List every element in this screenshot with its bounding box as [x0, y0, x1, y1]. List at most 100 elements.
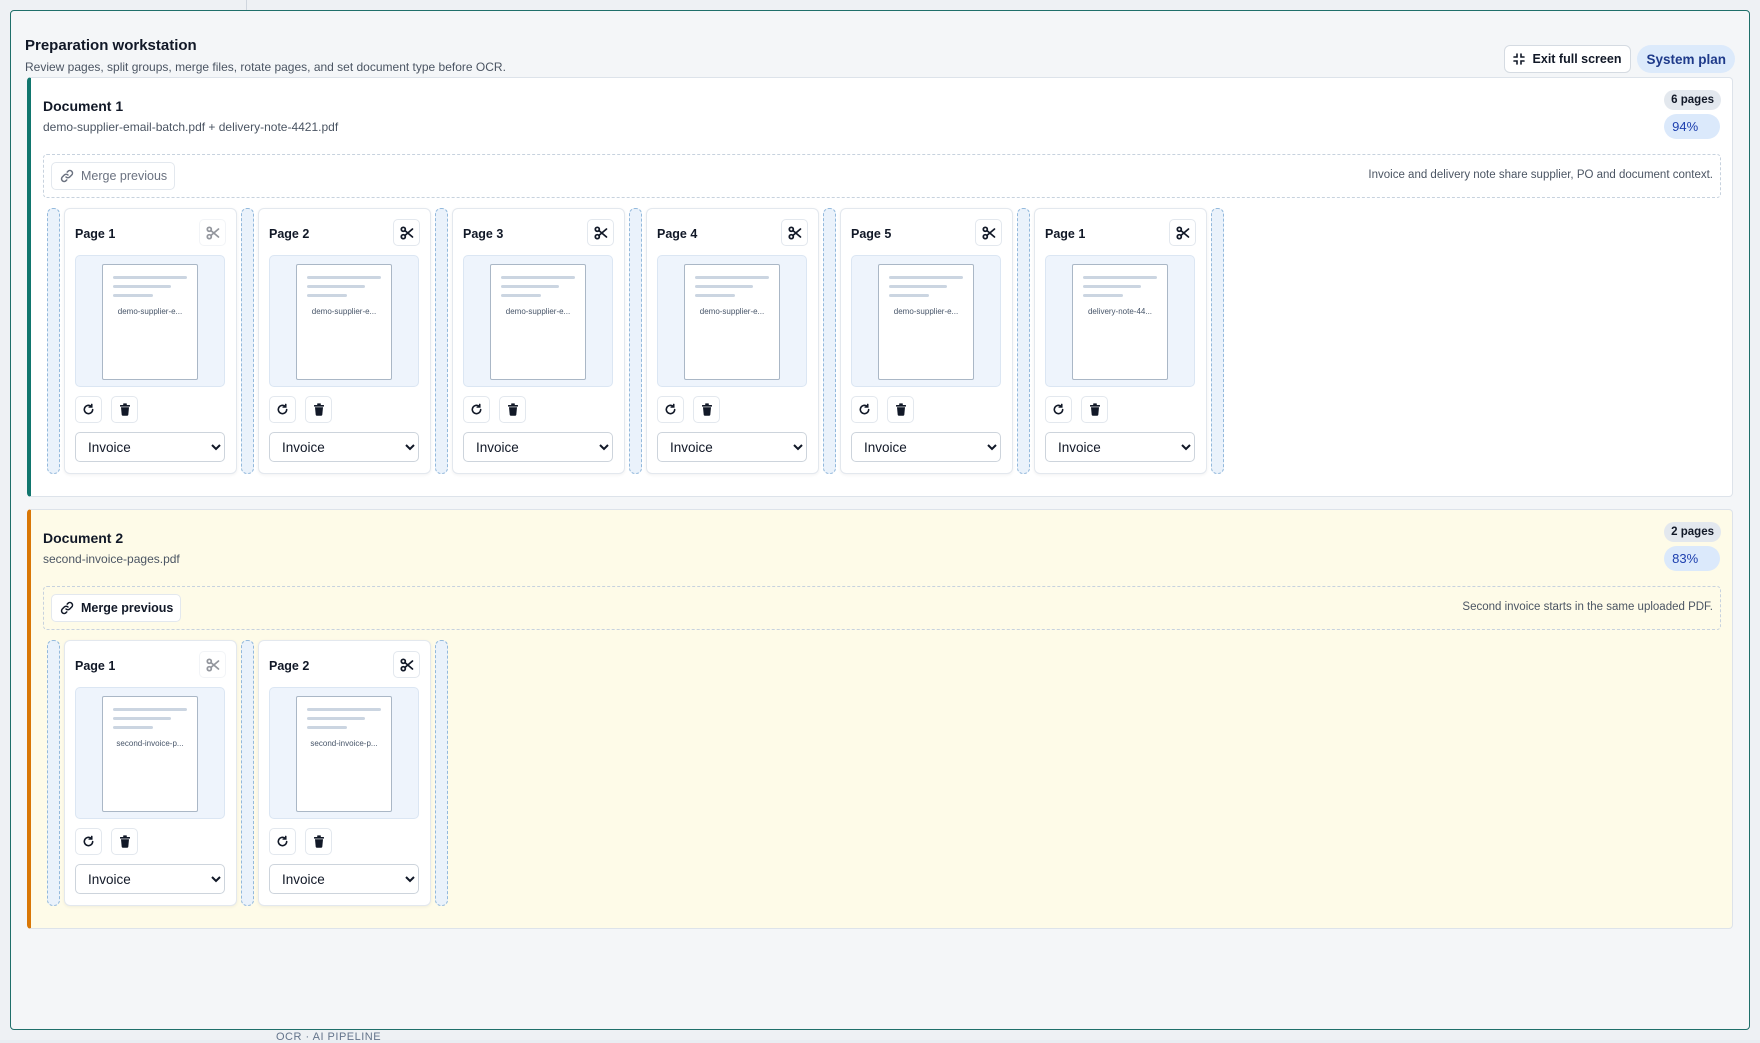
page-card[interactable]: Page 1 demo-supplier-e... Invoice	[64, 208, 237, 474]
split-here-button[interactable]	[1169, 219, 1196, 246]
delete-page-button[interactable]	[305, 828, 332, 855]
delete-page-button[interactable]	[887, 396, 914, 423]
document-type-select[interactable]: Invoice	[657, 432, 807, 462]
thumb-text-line	[307, 726, 347, 729]
rotate-page-button[interactable]	[269, 828, 296, 855]
merge-previous-button[interactable]: Merge previous	[51, 162, 176, 190]
split-here-button[interactable]	[393, 651, 420, 678]
page-thumbnail[interactable]: demo-supplier-e...	[75, 255, 225, 387]
rotate-page-button[interactable]	[851, 396, 878, 423]
thumb-text-line	[307, 285, 365, 288]
merge-bar: Merge previous Second invoice starts in …	[43, 586, 1721, 630]
thumbnail-filename: delivery-note-44...	[1087, 307, 1153, 316]
thumbnail-filename: demo-supplier-e...	[893, 307, 959, 316]
thumb-text-line	[307, 708, 381, 711]
thumbnail-filename: demo-supplier-e...	[699, 307, 765, 316]
rotate-page-button[interactable]	[75, 828, 102, 855]
scissors-icon	[981, 225, 996, 240]
split-drop-slot[interactable]	[47, 208, 60, 474]
split-drop-slot[interactable]	[241, 640, 254, 906]
rotate-page-button[interactable]	[75, 396, 102, 423]
rotate-icon	[470, 403, 483, 416]
page-thumbnail[interactable]: delivery-note-44...	[1045, 255, 1195, 387]
page-thumbnail[interactable]: second-invoice-p...	[75, 687, 225, 819]
page-thumbnail[interactable]: demo-supplier-e...	[269, 255, 419, 387]
page-card[interactable]: Page 2 second-invoice-p... Invoice	[258, 640, 431, 906]
page-card[interactable]: Page 5 demo-supplier-e... Invoice	[840, 208, 1013, 474]
split-here-button[interactable]	[587, 219, 614, 246]
delete-page-button[interactable]	[305, 396, 332, 423]
delete-page-button[interactable]	[693, 396, 720, 423]
background-divider	[246, 0, 247, 10]
split-drop-slot[interactable]	[435, 208, 448, 474]
document-type-select[interactable]: Invoice	[269, 432, 419, 462]
page-preview-paper: second-invoice-p...	[296, 696, 392, 812]
trash-icon	[313, 835, 325, 848]
rotate-page-button[interactable]	[657, 396, 684, 423]
thumb-text-line	[1083, 276, 1157, 279]
page-card[interactable]: Page 1 second-invoice-p... Invoice	[64, 640, 237, 906]
preparation-workstation-modal: Preparation workstation Review pages, sp…	[10, 10, 1750, 1030]
page-card[interactable]: Page 3 demo-supplier-e... Invoice	[452, 208, 625, 474]
document-group: Document 1 demo-supplier-email-batch.pdf…	[27, 77, 1733, 497]
split-drop-slot[interactable]	[823, 208, 836, 474]
page-card[interactable]: Page 1 delivery-note-44... Invoice	[1034, 208, 1207, 474]
split-here-button[interactable]	[199, 219, 226, 246]
document-title: Document 1	[43, 98, 124, 114]
page-thumbnail[interactable]: demo-supplier-e...	[657, 255, 807, 387]
delete-page-button[interactable]	[111, 396, 138, 423]
document-type-select[interactable]: Invoice	[851, 432, 1001, 462]
document-type-select[interactable]: Invoice	[75, 432, 225, 462]
rotate-icon	[82, 403, 95, 416]
rotate-page-button[interactable]	[269, 396, 296, 423]
merge-previous-button[interactable]: Merge previous	[51, 594, 182, 622]
delete-page-button[interactable]	[499, 396, 526, 423]
split-drop-slot[interactable]	[435, 640, 448, 906]
thumbnail-filename: second-invoice-p...	[116, 739, 184, 748]
split-drop-slot[interactable]	[47, 640, 60, 906]
system-plan-badge[interactable]: System plan	[1637, 45, 1735, 73]
trash-icon	[119, 403, 131, 416]
page-thumbnail[interactable]: demo-supplier-e...	[463, 255, 613, 387]
delete-page-button[interactable]	[1081, 396, 1108, 423]
split-drop-slot[interactable]	[1017, 208, 1030, 474]
document-type-select[interactable]: Invoice	[463, 432, 613, 462]
trash-icon	[119, 835, 131, 848]
thumb-text-line	[695, 294, 735, 297]
scissors-icon	[593, 225, 608, 240]
thumb-text-line	[113, 708, 187, 711]
split-here-button[interactable]	[975, 219, 1002, 246]
split-drop-slot[interactable]	[629, 208, 642, 474]
document-type-select[interactable]: Invoice	[75, 864, 225, 894]
scissors-icon	[205, 225, 220, 240]
page-preview-paper: demo-supplier-e...	[878, 264, 974, 380]
thumb-text-line	[501, 276, 575, 279]
split-here-button[interactable]	[781, 219, 808, 246]
thumb-text-line	[501, 294, 541, 297]
rotate-icon	[276, 835, 289, 848]
thumb-text-line	[113, 726, 153, 729]
page-label: Page 2	[269, 659, 310, 673]
thumb-text-line	[1083, 285, 1141, 288]
rotate-page-button[interactable]	[463, 396, 490, 423]
document-group: Document 2 second-invoice-pages.pdf 2 pa…	[27, 509, 1733, 929]
exit-full-screen-button[interactable]: Exit full screen	[1503, 45, 1632, 73]
document-type-select[interactable]: Invoice	[1045, 432, 1195, 462]
modal-header: Preparation workstation Review pages, sp…	[25, 25, 1735, 85]
split-here-button[interactable]	[393, 219, 420, 246]
document-type-select[interactable]: Invoice	[269, 864, 419, 894]
page-thumbnail[interactable]: demo-supplier-e...	[851, 255, 1001, 387]
rotate-icon	[858, 403, 871, 416]
trash-icon	[507, 403, 519, 416]
split-drop-slot[interactable]	[1211, 208, 1224, 474]
thumb-text-line	[1083, 294, 1123, 297]
page-card[interactable]: Page 2 demo-supplier-e... Invoice	[258, 208, 431, 474]
page-thumbnail[interactable]: second-invoice-p...	[269, 687, 419, 819]
split-here-button[interactable]	[199, 651, 226, 678]
thumb-text-line	[113, 285, 171, 288]
split-drop-slot[interactable]	[241, 208, 254, 474]
rotate-page-button[interactable]	[1045, 396, 1072, 423]
page-card[interactable]: Page 4 demo-supplier-e... Invoice	[646, 208, 819, 474]
thumbnail-filename: demo-supplier-e...	[117, 307, 183, 316]
delete-page-button[interactable]	[111, 828, 138, 855]
